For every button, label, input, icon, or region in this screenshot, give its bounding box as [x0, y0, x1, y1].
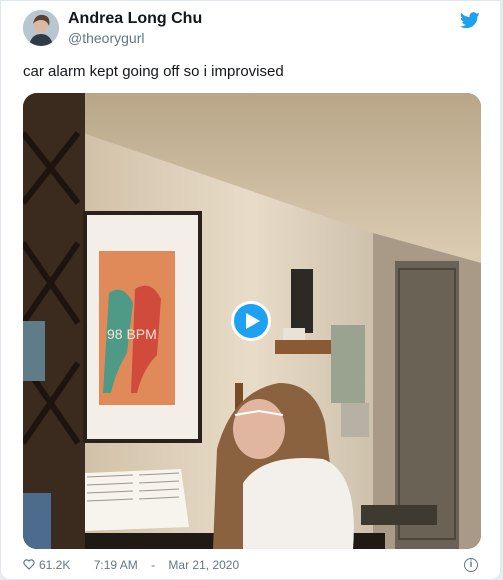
heart-icon: [23, 559, 35, 570]
author-handle[interactable]: @theorygurl: [68, 30, 144, 46]
video-player[interactable]: 98 BPM: [23, 93, 481, 549]
play-button[interactable]: [231, 301, 271, 341]
like-count: 61.2K: [39, 558, 71, 572]
like-button[interactable]: 61.2K: [23, 558, 84, 572]
twitter-bird-icon[interactable]: [460, 12, 480, 29]
tweet-date[interactable]: Mar 21, 2020: [168, 558, 239, 572]
tweet-footer: 61.2K 7:19 AM - Mar 21, 2020: [23, 558, 249, 572]
author-name[interactable]: Andrea Long Chu: [68, 10, 202, 28]
tweet-time[interactable]: 7:19 AM: [94, 558, 138, 572]
play-icon: [246, 313, 260, 329]
info-icon[interactable]: i: [464, 558, 478, 572]
poster-text: 98 BPM: [107, 326, 157, 342]
tweet-card[interactable]: Andrea Long Chu @theorygurl car alarm ke…: [0, 0, 501, 580]
avatar[interactable]: [23, 10, 59, 46]
tweet-date-separator: -: [151, 558, 156, 572]
tweet-text: car alarm kept going off so i improvised: [23, 63, 284, 80]
